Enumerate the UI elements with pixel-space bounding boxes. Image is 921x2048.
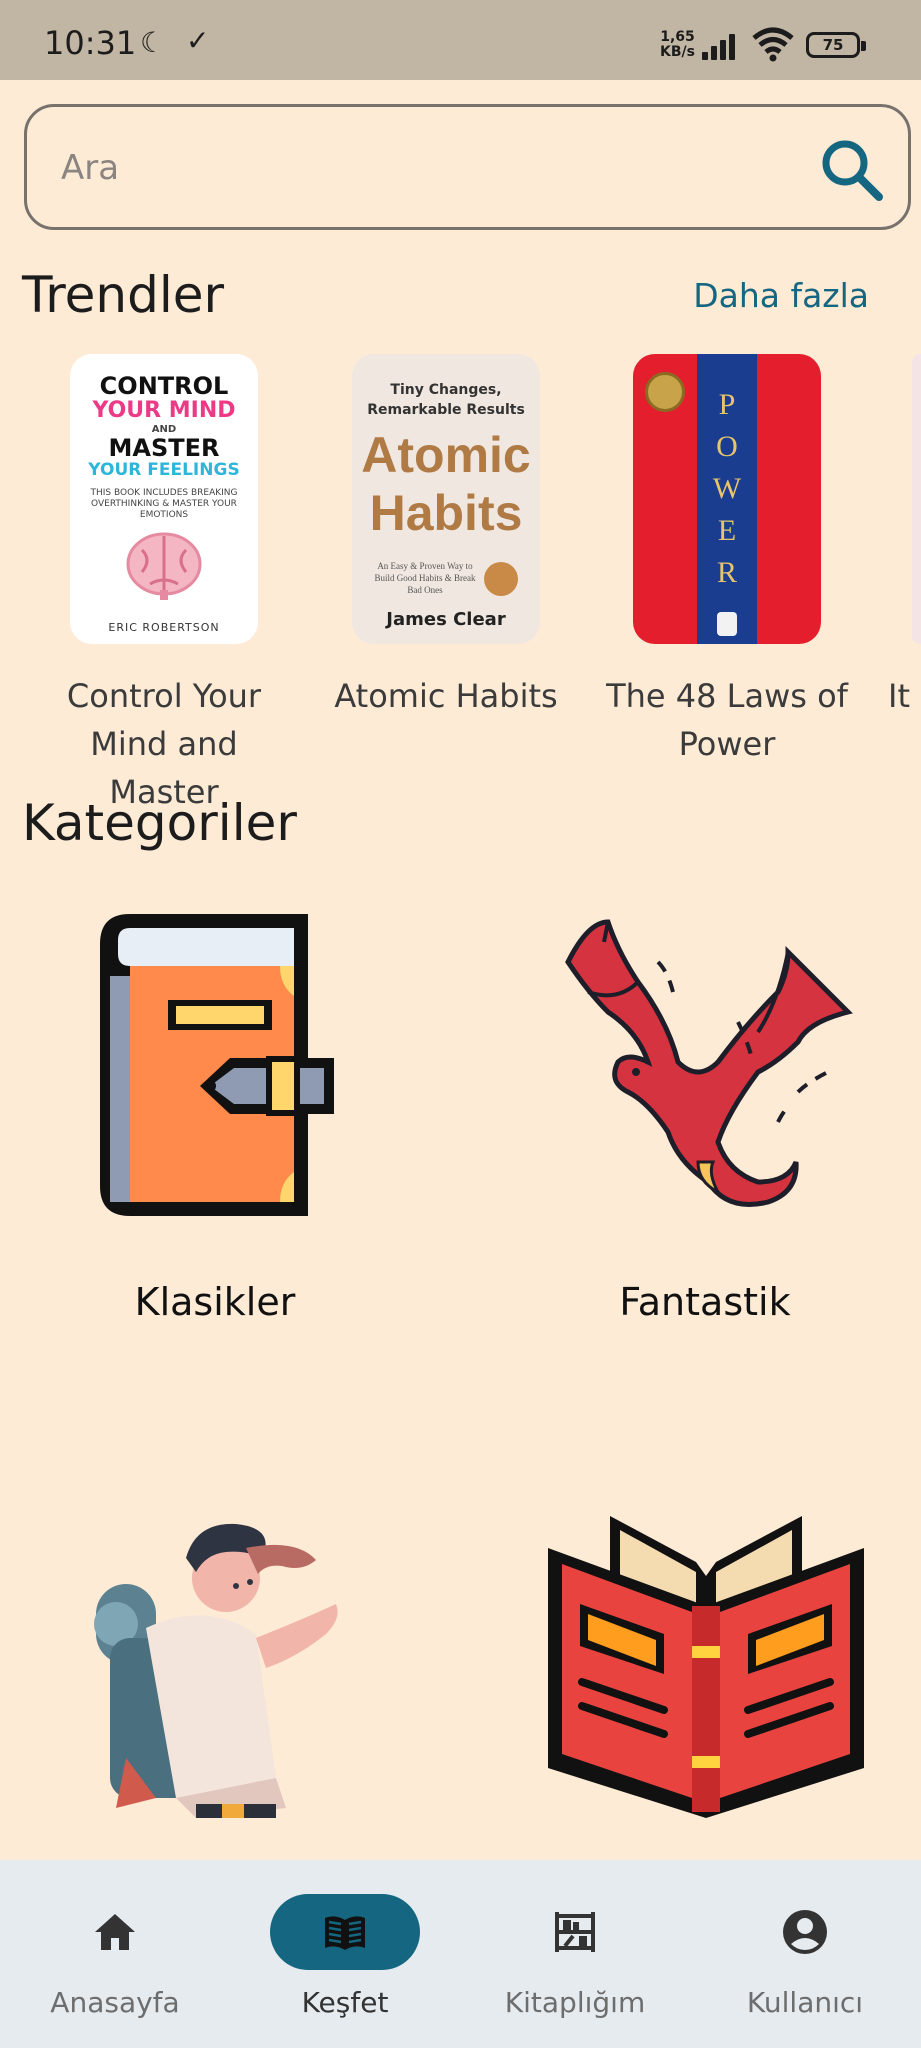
status-bar: 10:31 ☾ ✓ 1,65 KB/s 75 (0, 0, 921, 80)
category-label: Klasikler (134, 1280, 296, 1324)
nav-item-library[interactable]: Kitaplığım (460, 1860, 690, 2048)
book-card[interactable]: POWER The 48 Laws of Power (602, 354, 852, 768)
network-speed-unit: KB/s (660, 44, 695, 60)
signal-icon (702, 30, 744, 60)
cover-text: MASTER (108, 434, 220, 462)
cover-letter: O (716, 430, 738, 463)
nav-label: Kitaplığım (504, 1986, 646, 2019)
category-label: Fantastik (619, 1280, 791, 1324)
award-badge-icon (484, 562, 518, 596)
nav-label: Kullanıcı (746, 1986, 864, 2019)
book-cover[interactable]: Tiny Changes, Remarkable Results Atomic … (352, 354, 540, 644)
trends-title: Trendler (22, 266, 225, 324)
see-more-link[interactable]: Daha fazla (693, 276, 869, 315)
book-title-partial: It I (888, 677, 921, 715)
bottom-navigation: Anasayfa Keşfet Kitaplığım Kullanıcı (0, 1860, 921, 2048)
cover-author: James Clear (386, 609, 506, 630)
battery-indicator: 75 (806, 32, 866, 58)
dragon-icon (565, 919, 853, 1207)
seal-icon (645, 372, 685, 412)
nav-item-home[interactable]: Anasayfa (0, 1860, 230, 2048)
publisher-logo-icon (717, 612, 737, 636)
cover-text: Tiny Changes, Remarkable Results (367, 382, 525, 418)
cover-letter: W (712, 472, 742, 505)
network-speed-value: 1,65 (660, 29, 695, 45)
open-book-icon (548, 1516, 864, 1818)
book-title: The 48 Laws of Power (606, 677, 848, 763)
status-time: 10:31 (44, 24, 137, 62)
network-speed: 1,65 KB/s (660, 30, 695, 60)
book-cover[interactable]: POWER (633, 354, 821, 644)
nav-label: Keşfet (301, 1986, 389, 2019)
bookshelf-icon (555, 1912, 595, 1952)
cover-letter: E (717, 514, 737, 547)
nav-item-discover[interactable]: Keşfet (230, 1860, 460, 2048)
cover-text: YOUR MIND (92, 398, 236, 423)
cover-text: An Easy & Proven Way to Build Good Habit… (374, 561, 476, 595)
check-icon: ✓ (186, 24, 210, 57)
brain-icon (126, 532, 202, 600)
nav-item-user[interactable]: Kullanıcı (690, 1860, 920, 2048)
book-open-icon (325, 1916, 365, 1950)
cover-author: ERIC ROBERTSON (108, 621, 220, 634)
closed-book-icon (100, 914, 334, 1216)
categories-title: Kategoriler (22, 794, 297, 852)
search-input[interactable] (61, 143, 801, 193)
book-cover[interactable]: CONTROL YOUR MIND AND MASTER YOUR FEELIN… (70, 354, 258, 644)
wifi-icon (752, 27, 794, 62)
book-card[interactable]: Tiny Changes, Remarkable Results Atomic … (321, 354, 571, 720)
cover-letter: P (718, 388, 736, 421)
cover-text: Atomic Habits (361, 427, 531, 541)
cover-text: THIS BOOK INCLUDES BREAKING OVERTHINKING… (90, 488, 238, 520)
search-icon[interactable] (819, 137, 885, 203)
moon-icon: ☾ (140, 26, 166, 59)
home-icon (95, 1914, 135, 1950)
book-cover-partial[interactable] (912, 354, 921, 644)
cover-text: POWER (697, 384, 757, 594)
account-icon (783, 1910, 827, 1954)
explorer-icon (94, 1523, 338, 1818)
cover-letter: R (716, 556, 737, 589)
cover-text: YOUR FEELINGS (88, 460, 240, 480)
cover-text: CONTROL (99, 372, 229, 400)
book-card[interactable]: CONTROL YOUR MIND AND MASTER YOUR FEELIN… (39, 354, 289, 816)
book-title: Atomic Habits (334, 677, 558, 715)
nav-label: Anasayfa (50, 1986, 180, 2019)
search-box[interactable] (24, 104, 911, 230)
